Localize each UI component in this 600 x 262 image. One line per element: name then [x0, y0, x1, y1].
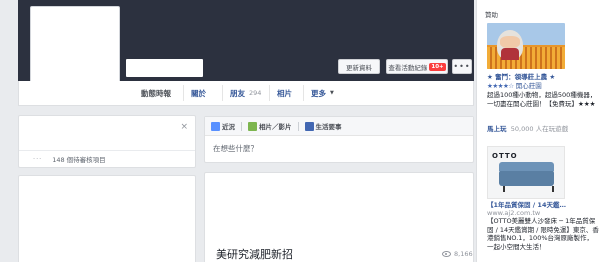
view-count: 8,166: [442, 250, 473, 258]
composer-tab-life-event[interactable]: 生活要事: [304, 121, 342, 131]
star-rating-icon: ★★★★☆: [487, 82, 514, 90]
sofa-ad-image[interactable]: OTTO: [487, 146, 565, 199]
dots-icon: ···: [33, 155, 43, 163]
divider: [241, 121, 242, 131]
sofa-ad-description: 【OTTO美麗雙人沙發床 ─ 1年品質保固 / 14天鑑賞期 / 限時免運】東京…: [487, 217, 599, 251]
tab-label: 關於: [191, 88, 206, 98]
friends-count: 294: [249, 89, 262, 97]
composer-tab-label: 生活要事: [315, 123, 342, 131]
post-composer: 近況 相片／影片 生活要事 在想些什麼？: [204, 116, 474, 163]
intro-card: × ··· 148 個待審核項目: [18, 115, 196, 168]
tab-label: 相片: [277, 88, 292, 98]
main-column: 更新資料 查看活動紀錄 10+ ••• 動態時報 關於 朋友 294 相片 更多…: [0, 0, 476, 262]
composer-tab-label: 近況: [222, 123, 235, 131]
pending-items-link[interactable]: ··· 148 個待審核項目: [33, 154, 106, 164]
divider: [19, 150, 195, 151]
activity-log-button[interactable]: 查看活動紀錄 10+: [386, 59, 448, 74]
flag-icon: [304, 121, 314, 131]
composer-tab-label: 相片／影片: [259, 123, 292, 131]
composer-tab-photo[interactable]: 相片／影片: [248, 121, 292, 131]
close-icon[interactable]: ×: [180, 122, 188, 132]
game-ad-source[interactable]: 開心莊園: [516, 82, 542, 90]
pencil-icon: [211, 121, 220, 131]
caret-down-icon: ▼: [330, 90, 334, 96]
farmer-character-icon: [497, 30, 523, 60]
divider: [297, 121, 299, 131]
profile-name[interactable]: [126, 59, 203, 77]
tab-label: 更多: [311, 88, 326, 98]
view-count-value: 8,166: [454, 250, 473, 258]
more-options-button[interactable]: •••: [452, 59, 472, 74]
game-ad-rating: ★★★★☆ 開心莊園: [487, 82, 542, 91]
game-ad-title[interactable]: ★ 奮鬥：領導莊上農 ★: [487, 73, 555, 82]
tab-photos[interactable]: 相片: [269, 81, 300, 105]
tab-timeline[interactable]: 動態時報: [133, 81, 179, 105]
eye-icon: [442, 251, 451, 257]
tab-friends[interactable]: 朋友 294: [222, 81, 269, 105]
side-card: [18, 175, 196, 262]
update-info-button[interactable]: 更新資料: [338, 59, 380, 74]
pending-items-text: 148 個待審核項目: [52, 156, 106, 164]
sofa-icon: [499, 162, 554, 192]
play-now-label: 馬上玩: [487, 125, 507, 133]
status-input[interactable]: 在想些什麼？: [205, 136, 473, 161]
tab-about[interactable]: 關於: [183, 81, 214, 105]
composer-tabs: 近況 相片／影片 生活要事: [205, 117, 473, 136]
activity-log-label: 查看活動紀錄: [388, 63, 428, 72]
profile-navbar: 動態時報 關於 朋友 294 相片 更多 ▼: [18, 81, 474, 106]
tab-more[interactable]: 更多 ▼: [303, 81, 342, 105]
brand-logo: OTTO: [492, 152, 518, 160]
players-count: 50,000 人在玩遊戲: [510, 125, 569, 133]
post-headline[interactable]: 美研究減肥新招: [216, 246, 293, 262]
game-ad-description: 超過100種小動物，超過500種機器，一切盡在開心莊園！【免費玩】★★★: [487, 91, 597, 108]
activity-log-badge: 10+: [429, 62, 446, 71]
sponsored-sidebar: 贊助 ★ 奮鬥：領導莊上農 ★ ★★★★☆ 開心莊園 超過100種小動物，超過5…: [476, 0, 600, 262]
tab-label: 動態時報: [141, 88, 171, 98]
timeline-post: 美研究減肥新招 8,166: [204, 172, 474, 262]
update-info-label: 更新資料: [346, 63, 372, 72]
tab-label: 朋友: [230, 88, 245, 98]
play-now-link[interactable]: 馬上玩 50,000 人在玩遊戲: [487, 125, 568, 134]
photo-icon: [248, 121, 257, 131]
game-ad-image[interactable]: [487, 23, 565, 69]
composer-tab-status[interactable]: 近況: [211, 121, 235, 131]
more-options-icon: •••: [453, 62, 471, 71]
sponsored-heading: 贊助: [485, 11, 498, 19]
